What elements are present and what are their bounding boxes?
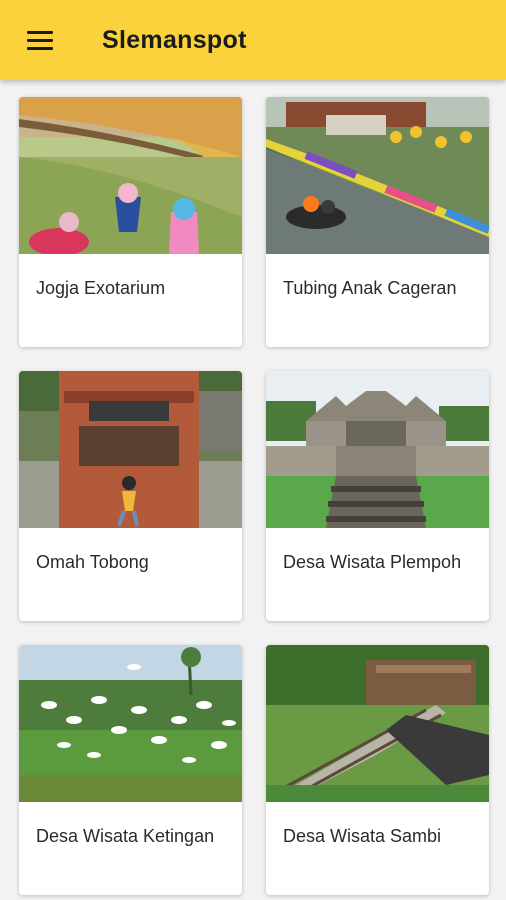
place-name: Tubing Anak Cageran (283, 278, 457, 298)
place-name: Jogja Exotarium (36, 278, 166, 298)
app-title: Slemanspot (102, 25, 247, 54)
place-card[interactable]: Tubing Anak Cageran (266, 97, 489, 347)
place-name: Desa Wisata Plempoh (283, 552, 462, 572)
menu-icon-line (27, 38, 53, 42)
place-photo (19, 97, 242, 254)
place-name: Desa Wisata Sambi (283, 826, 442, 846)
menu-icon-line (27, 30, 53, 34)
place-name: Omah Tobong (36, 552, 149, 572)
app-bar: Slemanspot (0, 0, 506, 80)
place-name: Desa Wisata Ketingan (36, 826, 215, 846)
place-card[interactable]: Desa Wisata Sambi (266, 645, 489, 895)
place-photo (266, 97, 489, 254)
place-photo (19, 371, 242, 528)
place-card[interactable]: Desa Wisata Ketingan (19, 645, 242, 895)
place-photo (266, 371, 489, 528)
places-grid: Jogja Exotarium Tubing Anak Cageran Omah… (19, 97, 489, 895)
place-card[interactable]: Jogja Exotarium (19, 97, 242, 347)
place-photo (266, 645, 489, 802)
place-photo (19, 645, 242, 802)
place-card[interactable]: Omah Tobong (19, 371, 242, 621)
place-card[interactable]: Desa Wisata Plempoh (266, 371, 489, 621)
menu-icon-line (27, 46, 53, 50)
menu-icon[interactable] (20, 20, 60, 60)
